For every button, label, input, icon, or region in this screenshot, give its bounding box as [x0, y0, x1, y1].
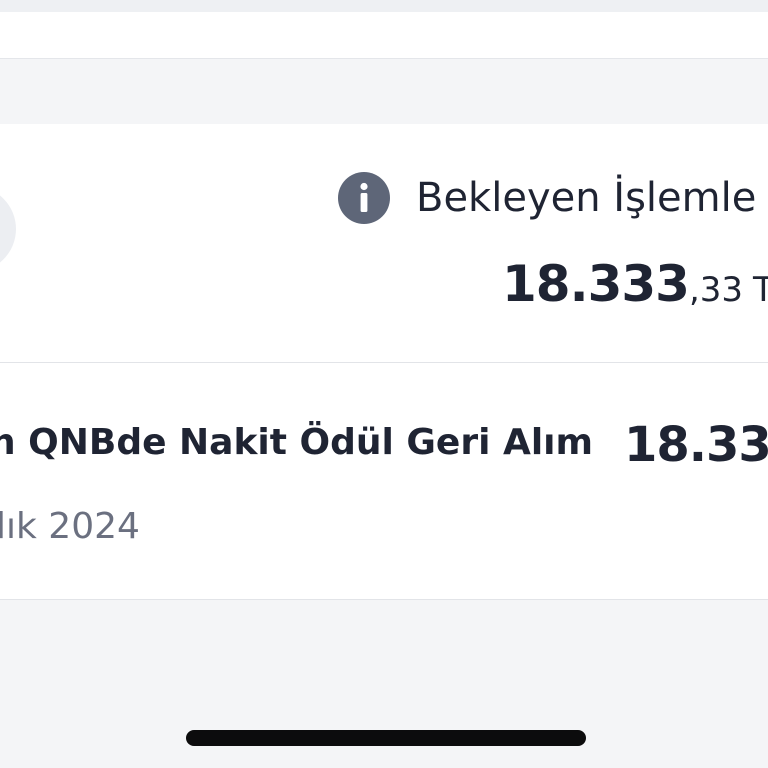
pending-amount: 18.333,33TL	[502, 254, 768, 326]
pending-summary-card: Bekleyen İşlemle 18.333,33TL	[0, 124, 768, 363]
pending-amount-currency: TL	[753, 270, 768, 310]
transaction-amount: 18.333	[624, 417, 768, 473]
screen: Bekleyen İşlemle 18.333,33TL n QNBde Nak…	[0, 0, 768, 768]
transaction-title: n QNBde Nakit Ödül Geri Alım	[0, 422, 594, 463]
info-icon[interactable]	[338, 172, 390, 224]
top-strip	[0, 0, 768, 12]
pending-amount-decimal: ,33	[688, 270, 744, 310]
pending-amount-integer: 18.333	[502, 255, 690, 313]
home-indicator[interactable]	[186, 730, 586, 746]
account-avatar	[0, 186, 16, 272]
info-glyph	[360, 182, 368, 212]
pending-transactions-label[interactable]: Bekleyen İşlemle	[416, 174, 756, 222]
transaction-date: lık 2024	[0, 506, 140, 547]
top-card	[0, 12, 768, 59]
transaction-row[interactable]: n QNBde Nakit Ödül Geri Alım 18.333 lık …	[0, 363, 768, 600]
